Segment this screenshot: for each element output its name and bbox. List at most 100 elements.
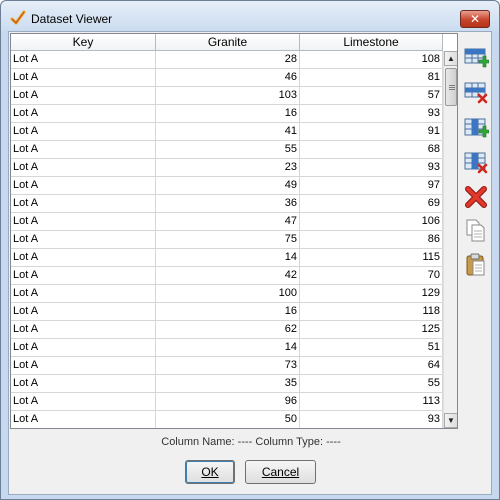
scroll-thumb[interactable] (445, 68, 457, 106)
table-row[interactable]: Lot A 100 129 (11, 285, 443, 303)
delete-column-icon[interactable] (463, 150, 489, 176)
cell-granite[interactable]: 96 (156, 393, 300, 411)
cell-key[interactable]: Lot A (11, 213, 156, 231)
cell-limestone[interactable]: 129 (300, 285, 443, 303)
table-row[interactable]: Lot A 14 51 (11, 339, 443, 357)
table-row[interactable]: Lot A 16 118 (11, 303, 443, 321)
cell-granite[interactable]: 42 (156, 267, 300, 285)
table-row[interactable]: Lot A 14 115 (11, 249, 443, 267)
paste-icon[interactable] (463, 252, 489, 278)
cell-limestone[interactable]: 55 (300, 375, 443, 393)
cell-granite[interactable]: 36 (156, 195, 300, 213)
cell-granite[interactable]: 35 (156, 375, 300, 393)
table-row[interactable]: Lot A 50 93 (11, 411, 443, 428)
cell-limestone[interactable]: 91 (300, 123, 443, 141)
cell-granite[interactable]: 41 (156, 123, 300, 141)
table-row[interactable]: Lot A 36 69 (11, 195, 443, 213)
cell-granite[interactable]: 23 (156, 159, 300, 177)
table-row[interactable]: Lot A 46 81 (11, 69, 443, 87)
copy-icon[interactable] (463, 218, 489, 244)
table-row[interactable]: Lot A 55 68 (11, 141, 443, 159)
cell-limestone[interactable]: 70 (300, 267, 443, 285)
table-row[interactable]: Lot A 47 106 (11, 213, 443, 231)
cell-key[interactable]: Lot A (11, 249, 156, 267)
cell-key[interactable]: Lot A (11, 159, 156, 177)
column-header-key[interactable]: Key (11, 34, 156, 51)
cell-limestone[interactable]: 115 (300, 249, 443, 267)
table-row[interactable]: Lot A 16 93 (11, 105, 443, 123)
cell-key[interactable]: Lot A (11, 51, 156, 69)
cell-granite[interactable]: 46 (156, 69, 300, 87)
cell-key[interactable]: Lot A (11, 105, 156, 123)
cell-limestone[interactable]: 68 (300, 141, 443, 159)
cell-limestone[interactable]: 113 (300, 393, 443, 411)
cell-granite[interactable]: 55 (156, 141, 300, 159)
table-row[interactable]: Lot A 96 113 (11, 393, 443, 411)
table-row[interactable]: Lot A 23 93 (11, 159, 443, 177)
cell-granite[interactable]: 49 (156, 177, 300, 195)
cell-limestone[interactable]: 64 (300, 357, 443, 375)
cell-granite[interactable]: 16 (156, 303, 300, 321)
cell-key[interactable]: Lot A (11, 285, 156, 303)
cell-key[interactable]: Lot A (11, 267, 156, 285)
cell-limestone[interactable]: 97 (300, 177, 443, 195)
column-header-limestone[interactable]: Limestone (300, 34, 443, 51)
table-row[interactable]: Lot A 41 91 (11, 123, 443, 141)
cell-limestone[interactable]: 106 (300, 213, 443, 231)
cell-granite[interactable]: 73 (156, 357, 300, 375)
cancel-button[interactable]: Cancel (245, 460, 316, 484)
table-row[interactable]: Lot A 35 55 (11, 375, 443, 393)
delete-row-icon[interactable] (463, 80, 489, 106)
cell-key[interactable]: Lot A (11, 375, 156, 393)
cell-key[interactable]: Lot A (11, 69, 156, 87)
delete-all-icon[interactable] (463, 184, 489, 210)
cell-key[interactable]: Lot A (11, 87, 156, 105)
cell-granite[interactable]: 100 (156, 285, 300, 303)
cell-limestone[interactable]: 69 (300, 195, 443, 213)
cell-limestone[interactable]: 118 (300, 303, 443, 321)
cell-limestone[interactable]: 86 (300, 231, 443, 249)
cell-limestone[interactable]: 51 (300, 339, 443, 357)
cell-limestone[interactable]: 81 (300, 69, 443, 87)
cell-key[interactable]: Lot A (11, 339, 156, 357)
cell-limestone[interactable]: 93 (300, 105, 443, 123)
cell-granite[interactable]: 50 (156, 411, 300, 428)
cell-key[interactable]: Lot A (11, 303, 156, 321)
add-row-icon[interactable] (463, 46, 489, 72)
table-row[interactable]: Lot A 73 64 (11, 357, 443, 375)
table-row[interactable]: Lot A 28 108 (11, 51, 443, 69)
cell-limestone[interactable]: 93 (300, 159, 443, 177)
cell-granite[interactable]: 75 (156, 231, 300, 249)
table-row[interactable]: Lot A 49 97 (11, 177, 443, 195)
cell-limestone[interactable]: 108 (300, 51, 443, 69)
scroll-up-button[interactable]: ▲ (444, 51, 457, 66)
cell-granite[interactable]: 14 (156, 339, 300, 357)
cell-granite[interactable]: 62 (156, 321, 300, 339)
cell-key[interactable]: Lot A (11, 141, 156, 159)
cell-key[interactable]: Lot A (11, 411, 156, 428)
table-row[interactable]: Lot A 42 70 (11, 267, 443, 285)
ok-button[interactable]: OK (185, 460, 235, 484)
cell-granite[interactable]: 103 (156, 87, 300, 105)
cell-key[interactable]: Lot A (11, 321, 156, 339)
cell-granite[interactable]: 14 (156, 249, 300, 267)
cell-granite[interactable]: 16 (156, 105, 300, 123)
cell-key[interactable]: Lot A (11, 357, 156, 375)
scroll-down-button[interactable]: ▼ (444, 413, 457, 428)
cell-key[interactable]: Lot A (11, 177, 156, 195)
cell-key[interactable]: Lot A (11, 123, 156, 141)
close-button[interactable]: ✕ (460, 10, 490, 28)
table-row[interactable]: Lot A 62 125 (11, 321, 443, 339)
vertical-scrollbar[interactable]: ▲ ▼ (443, 51, 457, 428)
add-column-icon[interactable] (463, 116, 489, 142)
table-row[interactable]: Lot A 75 86 (11, 231, 443, 249)
cell-granite[interactable]: 47 (156, 213, 300, 231)
cell-limestone[interactable]: 125 (300, 321, 443, 339)
cell-key[interactable]: Lot A (11, 195, 156, 213)
cell-granite[interactable]: 28 (156, 51, 300, 69)
cell-limestone[interactable]: 57 (300, 87, 443, 105)
table-row[interactable]: Lot A 103 57 (11, 87, 443, 105)
column-header-granite[interactable]: Granite (156, 34, 300, 51)
cell-key[interactable]: Lot A (11, 231, 156, 249)
cell-limestone[interactable]: 93 (300, 411, 443, 428)
